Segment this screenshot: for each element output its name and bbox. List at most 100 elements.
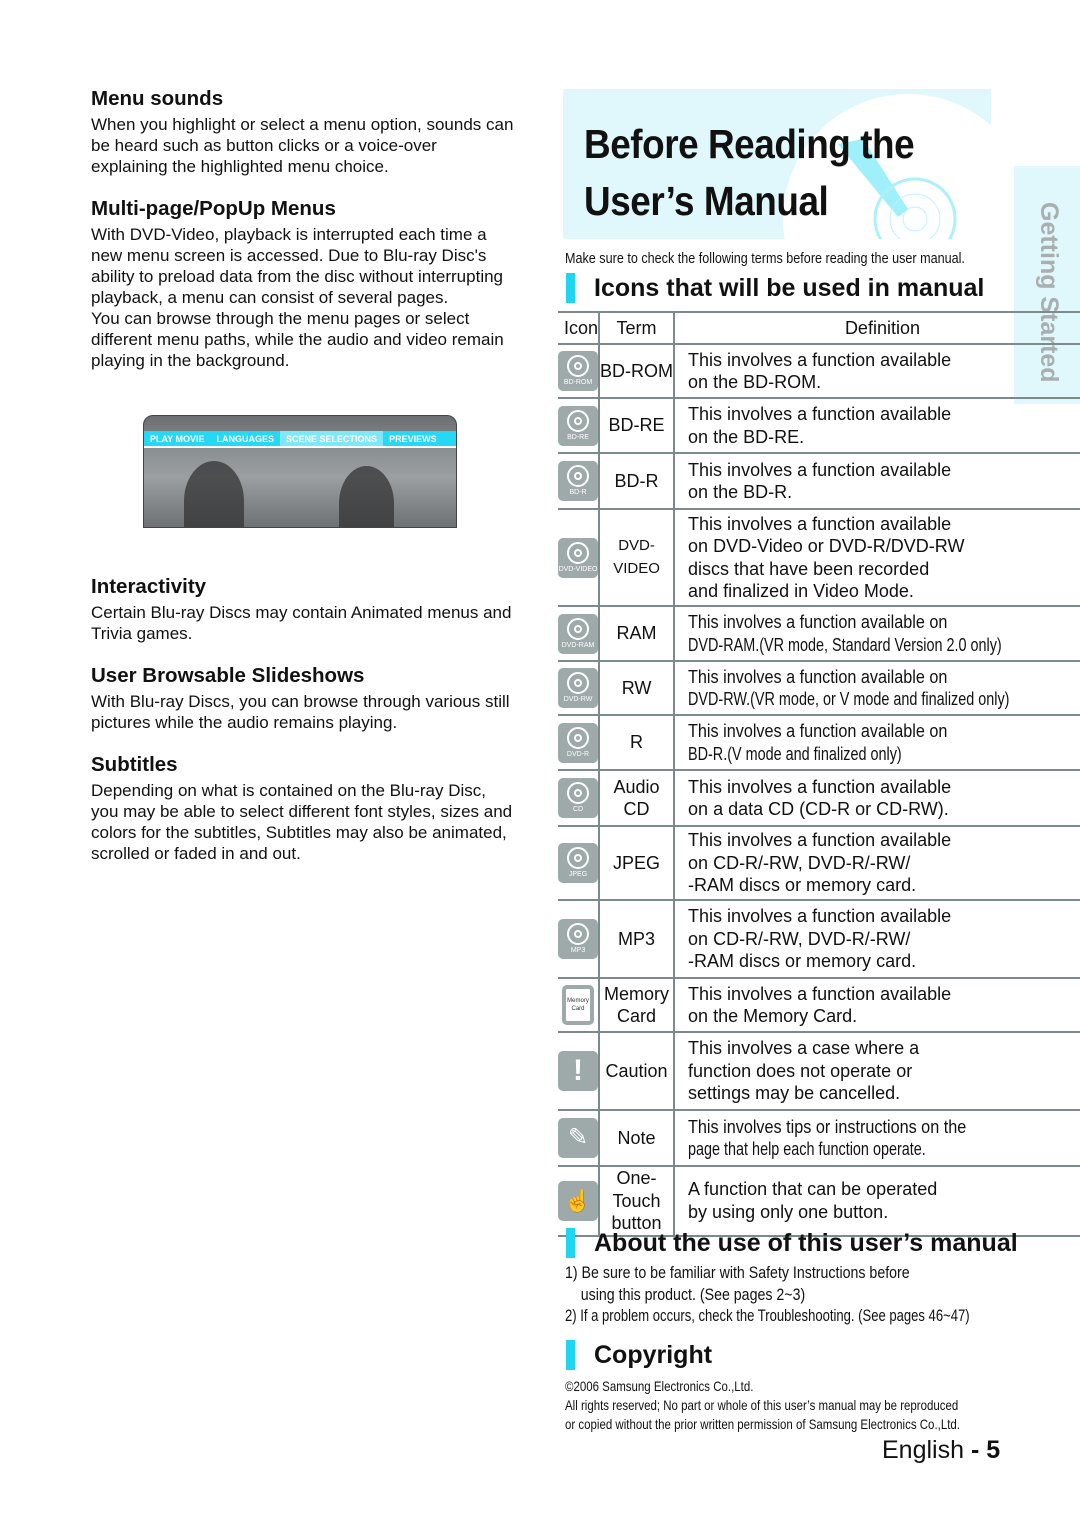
heading: User Browsable Slideshows <box>91 664 365 687</box>
copyright-text: ©2006 Samsung Electronics Co.,Ltd. All r… <box>565 1377 960 1434</box>
definition-cell: This involves a function available on DVD… <box>674 605 1080 662</box>
dvd-rw-disc-icon: DVD-RW <box>558 668 599 708</box>
definition-line: BD-R.(V mode and finalized only) <box>688 743 902 764</box>
icon-cell: DVD-RAM <box>558 605 601 662</box>
screenshot-menu-bar: PLAY MOVIE LANGUAGES SCENE SELECTIONS PREVI… <box>144 431 456 448</box>
section-slideshows: User Browsable Slideshows With Blu-ray D… <box>91 664 516 733</box>
screenshot-menu-item: SCENE SELECTIONS <box>280 431 384 446</box>
definition-line: on the BD-R. <box>688 482 793 502</box>
col-header: Icon <box>558 311 601 345</box>
paragraph: Certain Blu-ray Discs may contain Animat… <box>91 603 512 643</box>
definition-cell: This involves a function available on CD-… <box>674 825 1080 901</box>
definition-line: on the Memory Card. <box>688 1006 858 1026</box>
icon-cell: BD-RE <box>558 397 601 454</box>
section-menu-sounds: Menu sounds When you highlight or select… <box>91 87 516 177</box>
col-header: Term <box>599 311 676 345</box>
icon-cell: BD-ROM <box>558 343 601 399</box>
title-line: Before Reading the <box>584 121 915 167</box>
definition-line: This involves a function available <box>688 830 952 851</box>
one-touch-hand-icon: ☝ <box>558 1180 599 1221</box>
definition-line: This involves a case where a <box>688 1038 920 1059</box>
paragraph: Depending on what is contained on the Bl… <box>91 781 513 863</box>
definition-cell: This involves a case where a function doe… <box>674 1031 1080 1111</box>
bd-r-disc-icon: BD-R <box>558 461 599 501</box>
definition-line: This involves tips or instructions on th… <box>688 1116 967 1137</box>
term-cell: RAM <box>599 605 676 662</box>
section-interactivity: Interactivity Certain Blu-ray Discs may … <box>91 575 516 644</box>
term-cell: BD-R <box>599 452 676 510</box>
table-row: MP3 MP3 This involves a function available… <box>558 899 1080 979</box>
icon-cell: JPEG <box>558 825 601 901</box>
definition-line: This involves a function available <box>688 776 952 797</box>
icon-label: BD-ROM <box>563 379 593 386</box>
copyright-line: or copied without the prior written perm… <box>565 1416 960 1432</box>
icon-cell: MP3 <box>558 899 601 979</box>
icon-label: DVD-R <box>566 750 590 758</box>
definition-line: on CD-R/-RW, DVD-R/-RW/ <box>688 852 911 873</box>
term-cell: DVD-VIDEO <box>599 508 676 607</box>
about-list: 1) Be sure to be familiar with Safety In… <box>565 1263 1005 1328</box>
dvd-r-disc-icon: DVD-R <box>558 722 599 763</box>
table-row: BD-RE BD-RE This involves a function avail… <box>558 397 1080 454</box>
definition-cell: This involves a function available on the… <box>674 343 1080 399</box>
list-item: 2) If a problem occurs, check the Troubl… <box>565 1307 970 1325</box>
definition-line: This involves a function available <box>688 983 952 1004</box>
definition-line: -RAM discs or memory card. <box>688 875 917 896</box>
table-row: CD Audio CD This involves a function avail… <box>558 769 1080 827</box>
icon-cell: CD <box>558 769 601 827</box>
paragraph: When you highlight or select a menu opti… <box>91 115 514 176</box>
definition-cell: A function that can be operated by using … <box>674 1165 1080 1237</box>
dvd-ram-disc-icon: DVD-RAM <box>558 613 599 654</box>
definition-line: on CD-R/-RW, DVD-R/-RW/ <box>688 928 911 949</box>
screenshot-menu-item: PLAY MOVIE <box>150 433 205 444</box>
definition-line: This involves a function available <box>688 513 952 534</box>
definition-line: settings may be cancelled. <box>688 1083 901 1104</box>
definition-line: on the BD-ROM. <box>688 372 822 392</box>
term-cell: BD-RE <box>599 397 676 454</box>
icon-label: JPEG <box>568 871 588 878</box>
memory-card-icon: Memory Card <box>562 985 595 1025</box>
copyright-heading: Copyright <box>566 1340 712 1370</box>
page-sep: - <box>964 1436 987 1464</box>
col-header: Definition <box>674 311 1080 345</box>
definition-cell: This involves a function available on the… <box>674 397 1080 454</box>
definition-line: discs that have been recorded <box>688 558 930 579</box>
table-row: Memory Card Memory Card This involves a fu… <box>558 977 1080 1033</box>
bd-re-disc-icon: BD-RE <box>558 405 599 446</box>
term-cell: BD-ROM <box>599 343 676 399</box>
menu-screenshot: PLAY MOVIE LANGUAGES SCENE SELECTIONS PREVI… <box>143 415 457 528</box>
heading: Interactivity <box>91 575 207 598</box>
title-line: User’s Manual <box>584 178 829 224</box>
definition-line: DVD-RW.(VR mode, or V mode and finalized… <box>688 689 1010 709</box>
definition-cell: This involves a function available on BD-… <box>674 714 1080 771</box>
paragraph: You can browse through the menu pages or… <box>91 309 504 370</box>
about-heading: About the use of this user’s manual <box>566 1228 1018 1258</box>
icon-cell: DVD-RW <box>558 660 601 716</box>
definition-line: A function that can be operated <box>688 1179 938 1200</box>
icon-label: DVD-RAM <box>561 641 595 649</box>
definition-line: page that help each function operate. <box>688 1139 926 1159</box>
section-subtitles: Subtitles Depending on what is contained… <box>91 753 516 864</box>
definition-cell: This involves tips or instructions on th… <box>674 1109 1080 1167</box>
definition-line: This involves a function available <box>688 404 952 424</box>
accent-bar <box>566 1340 575 1370</box>
dvd-video-disc-icon: DVD-VIDEO <box>558 537 599 578</box>
icon-label: BD-RE <box>567 433 589 441</box>
icons-heading: Icons that will be used in manual <box>566 273 984 303</box>
heading: Multi-page/PopUp Menus <box>91 197 336 220</box>
icon-cell: DVD-VIDEO <box>558 508 601 607</box>
definition-line: This involves a function available on <box>688 666 948 687</box>
heading-text: About the use of this user’s manual <box>594 1228 1018 1257</box>
definition-line: This involves a function available <box>688 459 952 480</box>
intro-text: Make sure to check the following terms b… <box>565 250 965 267</box>
note-pencil-icon: ✎ <box>558 1118 599 1158</box>
definition-line: by using only one button. <box>688 1201 889 1222</box>
table-row: ! Caution This involves a case where a func… <box>558 1031 1080 1111</box>
icon-label: CD <box>572 806 584 813</box>
table-row: BD-R BD-R This involves a function availab… <box>558 452 1080 510</box>
heading: Subtitles <box>91 753 178 776</box>
definition-cell: This involves a function available on DVD… <box>674 660 1080 716</box>
table-row: JPEG JPEG This involves a function availab… <box>558 825 1080 901</box>
term-cell: Memory Card <box>599 977 676 1033</box>
mp3-disc-icon: MP3 <box>558 919 599 959</box>
